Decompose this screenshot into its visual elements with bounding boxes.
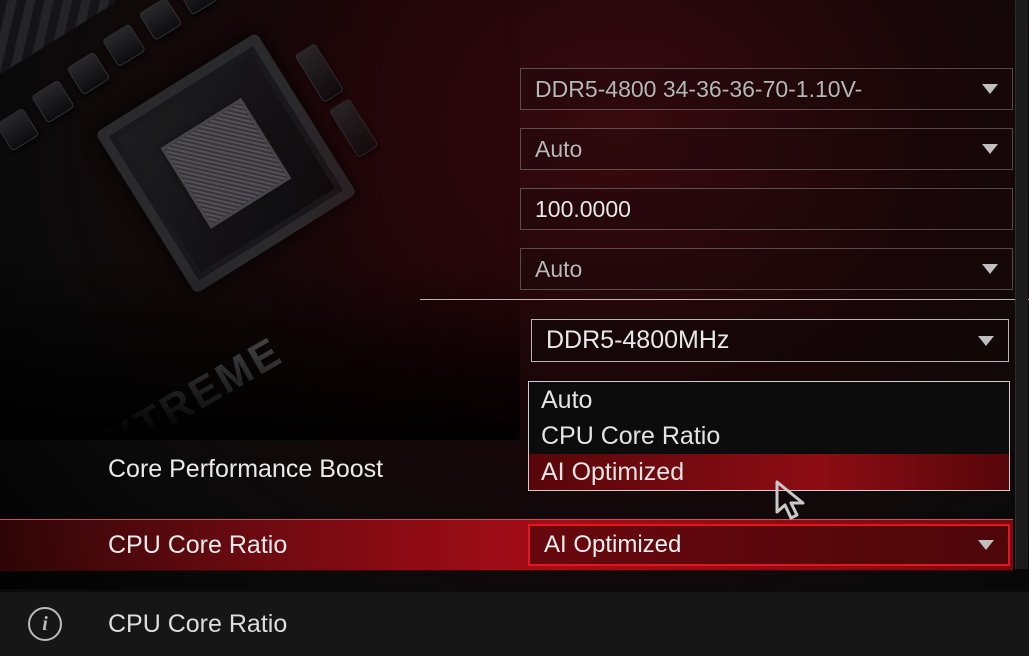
vertical-scrollbar[interactable]: [1015, 0, 1028, 569]
cpu-core-ratio-select[interactable]: AI Optimized: [528, 524, 1010, 566]
memory-frequency-select[interactable]: DDR5-4800MHz: [531, 319, 1009, 362]
memory-profile-select[interactable]: DDR5-4800 34-36-36-70-1.10V-: [520, 68, 1013, 110]
dropdown-option-auto[interactable]: Auto: [529, 382, 1009, 418]
chevron-down-icon: [982, 84, 998, 94]
memory-profile-value: DDR5-4800 34-36-36-70-1.10V-: [535, 76, 862, 103]
memory-mode-select[interactable]: Auto: [520, 248, 1013, 290]
row-core-performance-boost[interactable]: Core Performance Boost: [0, 443, 1013, 495]
row-cpu-core-ratio[interactable]: CPU Core Ratio AI Optimized: [0, 519, 1013, 571]
chevron-down-icon: [978, 336, 994, 346]
info-bar-title: CPU Core Ratio: [108, 610, 287, 639]
cpu-core-ratio-value: AI Optimized: [544, 531, 681, 559]
chevron-down-icon: [982, 144, 998, 154]
bclk-mode-value: Auto: [535, 136, 582, 163]
bclk-mode-select[interactable]: Auto: [520, 128, 1013, 170]
bclk-value: 100.0000: [535, 196, 631, 223]
cpu-core-ratio-label: CPU Core Ratio: [0, 531, 287, 560]
motherboard-image: EXTREME: [0, 0, 520, 440]
chevron-down-icon: [978, 540, 994, 550]
memory-mode-value: Auto: [535, 256, 582, 283]
bclk-value-field[interactable]: 100.0000: [520, 188, 1013, 230]
core-performance-boost-label: Core Performance Boost: [0, 455, 383, 484]
info-bar: i CPU Core Ratio: [0, 589, 1029, 656]
section-divider: [420, 299, 1029, 300]
info-icon: i: [28, 607, 62, 641]
chevron-down-icon: [982, 264, 998, 274]
memory-frequency-value: DDR5-4800MHz: [546, 326, 729, 355]
